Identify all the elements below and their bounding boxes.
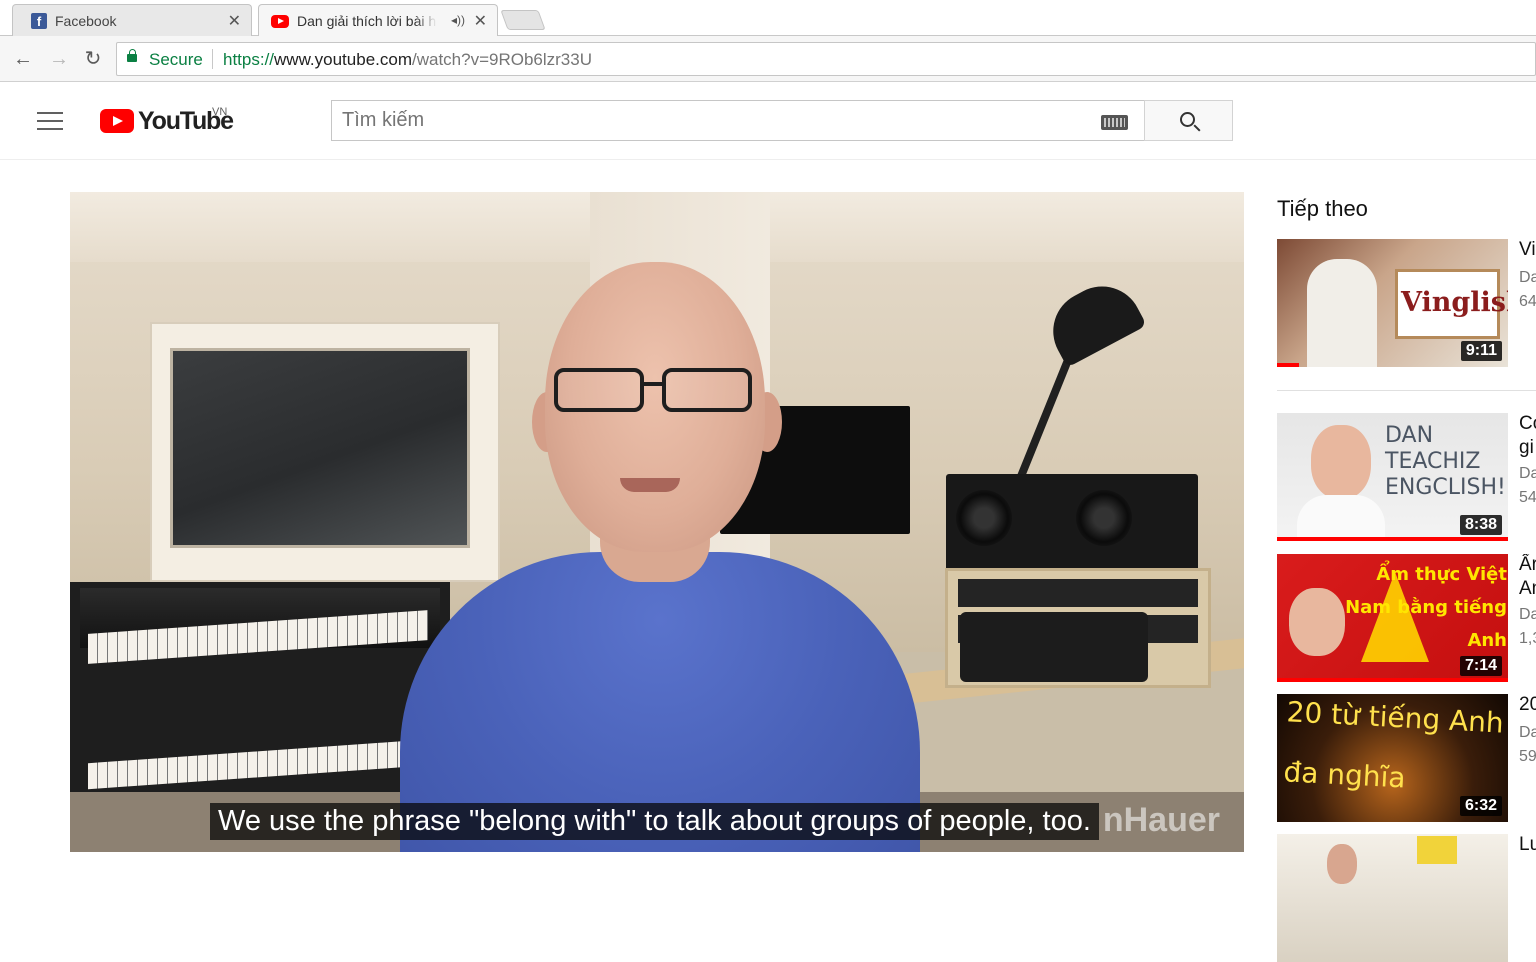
tab-facebook[interactable]: f Facebook ✕ (12, 4, 252, 36)
youtube-play-logo-icon (100, 109, 134, 133)
close-tab-icon[interactable]: ✕ (474, 11, 487, 31)
channel-name[interactable]: Da (1519, 606, 1536, 624)
video-thumbnail[interactable]: Vinglish 9:11 (1277, 239, 1508, 367)
address-bar[interactable]: Secure https://www.youtube.com/watch?v=9… (116, 42, 1536, 76)
url-host: www.youtube.com (274, 50, 412, 69)
channel-name[interactable]: Da (1519, 724, 1536, 742)
recommended-video[interactable]: Ẩm thực Việt Nam bằng tiếng Anh 7:14 Ẩr … (1277, 554, 1536, 682)
search-box (331, 100, 1145, 141)
new-tab-button[interactable] (500, 10, 546, 30)
video-thumbnail[interactable] (1277, 834, 1508, 962)
keyboard-icon[interactable] (1101, 115, 1128, 130)
video-duration: 9:11 (1460, 341, 1502, 361)
tab-youtube-video[interactable]: Dan giải thích lời bài h ◂)) ✕ (258, 4, 498, 36)
thumbnail-text: DAN TEACHIZ ENGCLISH! (1385, 423, 1506, 500)
video-watermark: nHauer (1102, 801, 1220, 839)
search-input[interactable] (332, 101, 1092, 140)
facebook-favicon-icon: f (31, 13, 47, 29)
video-duration: 8:38 (1459, 515, 1502, 535)
recommended-video[interactable]: 20 từ tiếng Anh đa nghĩa 6:32 20 Da 59 (1277, 694, 1536, 822)
video-title[interactable]: Co (1519, 413, 1536, 435)
video-thumbnail[interactable]: Ẩm thực Việt Nam bằng tiếng Anh 7:14 (1277, 554, 1508, 682)
menu-icon[interactable] (37, 112, 63, 130)
url-path: /watch?v=9ROb6lzr33U (411, 50, 592, 69)
video-title[interactable]: Lu (1519, 834, 1536, 856)
video-title[interactable]: Ẩr (1519, 554, 1536, 576)
video-title-line-2[interactable]: gi (1519, 437, 1536, 459)
video-caption: We use the phrase "belong with" to talk … (210, 803, 1099, 840)
close-tab-icon[interactable]: ✕ (228, 11, 241, 31)
video-thumbnail[interactable]: 20 từ tiếng Anh đa nghĩa 6:32 (1277, 694, 1508, 822)
sidebar-divider (1277, 390, 1536, 391)
video-player[interactable]: nHauer We use the phrase "belong with" t… (70, 192, 1244, 852)
forward-arrow-icon[interactable]: → (46, 46, 72, 72)
search-button[interactable] (1144, 100, 1233, 141)
audio-playing-icon[interactable]: ◂)) (451, 13, 465, 27)
view-count: 64 (1519, 293, 1536, 310)
thumbnail-text: Vinglish (1401, 287, 1508, 318)
address-divider (212, 49, 213, 69)
video-title-line-2[interactable]: An (1519, 578, 1536, 600)
channel-name[interactable]: Da (1519, 465, 1536, 483)
recommended-video[interactable]: Vinglish 9:11 Vi Da 64 (1277, 239, 1536, 367)
search-icon (1180, 112, 1195, 127)
back-arrow-icon[interactable]: ← (10, 46, 36, 72)
channel-name[interactable]: Da (1519, 269, 1536, 287)
youtube-favicon-icon (271, 15, 289, 28)
up-next-heading: Tiếp theo (1277, 196, 1368, 221)
country-code: VN (212, 106, 228, 118)
video-frame (70, 192, 1244, 852)
video-duration: 6:32 (1459, 796, 1502, 816)
recommended-video[interactable]: Lu (1277, 834, 1536, 962)
browser-toolbar: ← → ↻ Secure https://www.youtube.com/wat… (0, 36, 1536, 82)
youtube-header: YouTube VN (0, 82, 1536, 160)
tab-title: Facebook (55, 13, 117, 29)
video-title[interactable]: 20 (1519, 694, 1536, 716)
reload-icon[interactable]: ↻ (80, 46, 106, 72)
lock-icon (127, 49, 137, 62)
browser-tab-strip: f Facebook ✕ Dan giải thích lời bài h ◂)… (0, 0, 1536, 36)
view-count: 1,3 (1519, 630, 1536, 647)
secure-label: Secure (149, 50, 203, 69)
url-text[interactable]: https://www.youtube.com/watch?v=9ROb6lzr… (223, 50, 592, 70)
view-count: 59 (1519, 748, 1536, 765)
thumbnail-text: Ẩm thực Việt Nam bằng tiếng Anh (1345, 564, 1507, 651)
view-count: 54 (1519, 489, 1536, 506)
tab-title: Dan giải thích lời bài h (297, 13, 437, 29)
url-scheme: https:// (223, 50, 275, 69)
video-duration: 7:14 (1459, 656, 1502, 676)
recommended-video[interactable]: DAN TEACHIZ ENGCLISH! 8:38 Co Da 54 gi (1277, 413, 1536, 541)
video-thumbnail[interactable]: DAN TEACHIZ ENGCLISH! 8:38 (1277, 413, 1508, 541)
video-title[interactable]: Vi (1519, 239, 1536, 261)
